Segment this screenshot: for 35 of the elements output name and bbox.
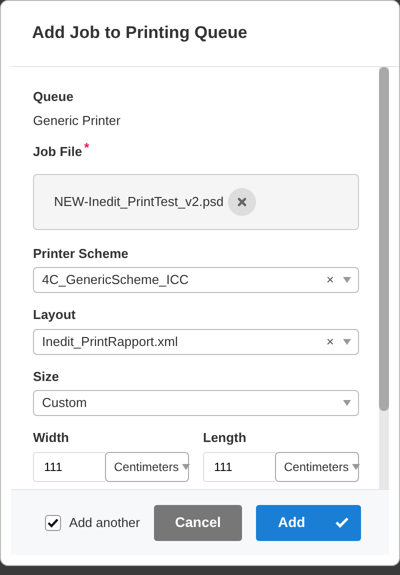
caret-icon [180,462,191,470]
number-input[interactable]: 111 [203,452,275,482]
scrollbar-thumb[interactable] [379,67,389,411]
field-label: Layout [33,306,76,324]
remove-file-button[interactable] [228,188,256,216]
file-drop-area[interactable]: NEW-Inedit_PrintTest_v2.psd [33,174,359,230]
caret-icon [350,462,361,470]
scrollbar[interactable] [379,67,389,489]
select-field[interactable]: Custom [33,390,359,416]
field-value: Generic Printer [33,112,122,130]
file-name: NEW-Inedit_PrintTest_v2.psd [54,192,224,211]
check-icon [335,517,349,528]
checkbox-label: Add another [69,514,140,532]
close-icon [236,196,247,206]
field-label: Length [203,429,246,447]
caret-icon [342,399,352,407]
number-input[interactable]: 111 [33,452,105,482]
unit-select[interactable]: Centimeters [105,452,189,482]
dialog-title: Add Job to Printing Queue [32,23,248,44]
unit-select[interactable]: Centimeters [275,452,359,482]
clear-button[interactable]: × [326,270,334,290]
cancel-button[interactable]: Cancel [154,504,242,540]
clear-button[interactable]: × [326,332,334,352]
field-label: Queue [33,88,74,106]
caret-icon [342,276,352,284]
field-label: Width [33,429,69,447]
caret-icon [342,338,352,346]
field-label: Printer Scheme [33,244,128,262]
select-field[interactable]: Inedit_PrintRapport.xml × [33,328,359,354]
select-field[interactable]: 4C_GenericScheme_ICC × [33,267,359,293]
required-marker: * [84,139,90,157]
field-label: Job File [33,143,82,161]
checkbox[interactable] [45,514,62,530]
add-button[interactable]: Add [256,504,361,540]
field-label: Size [33,368,60,386]
